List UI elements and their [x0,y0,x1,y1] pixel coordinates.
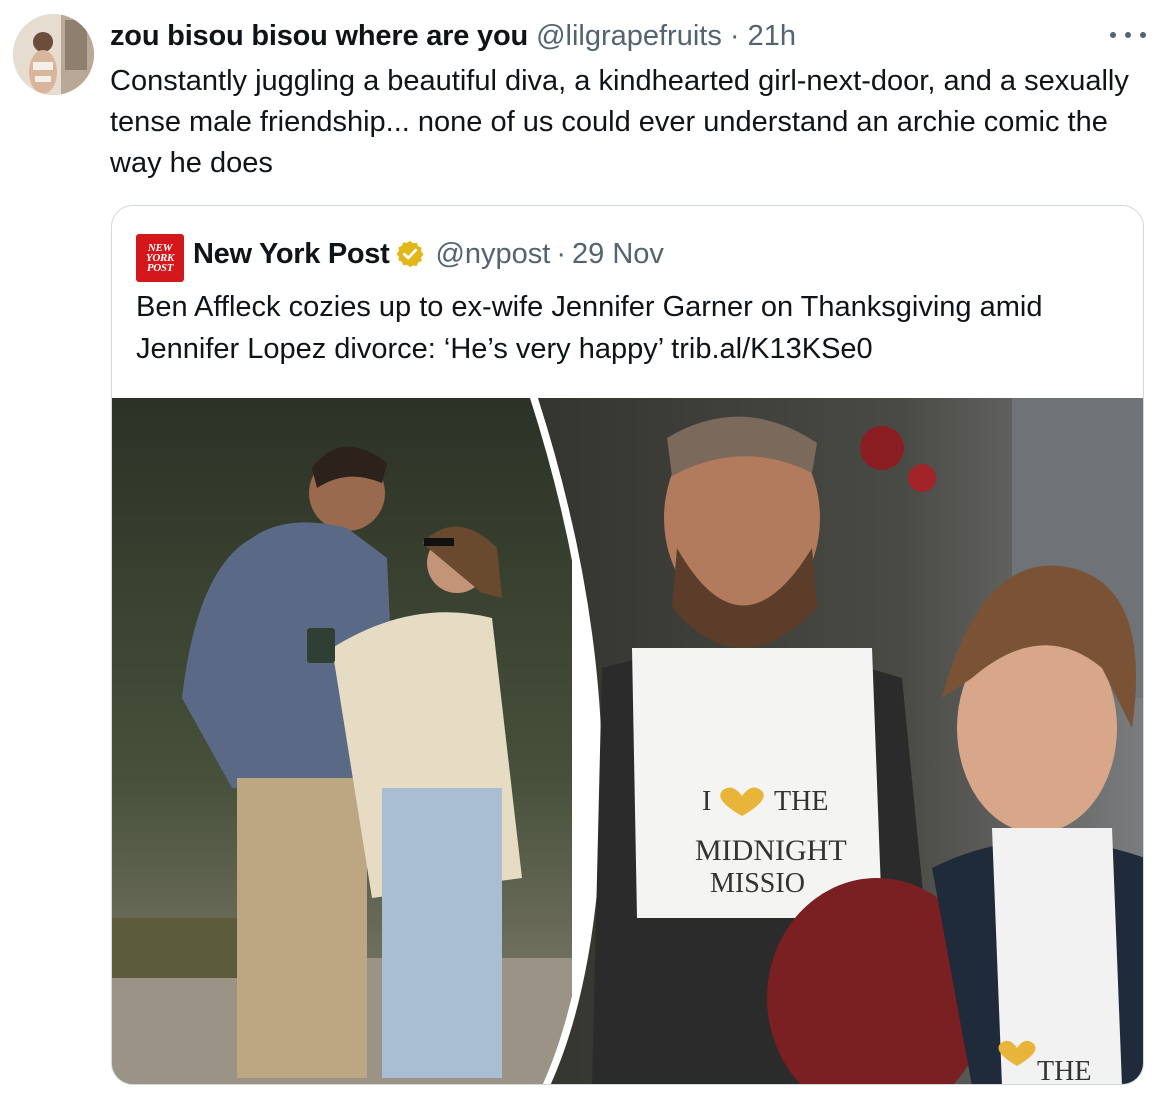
apron-text-midnight: MIDNIGHT [695,834,847,867]
quoted-separator: · [556,238,567,270]
author-name[interactable]: zou bisou bisou where are you [110,20,528,52]
quoted-author-handle[interactable]: @nypost [435,234,550,274]
logo-line: POST [146,262,174,274]
header-separator: · [729,20,740,52]
verified-badge-icon [396,240,424,268]
more-dot [1125,32,1131,38]
quoted-tweet-date[interactable]: 29 Nov [572,234,664,274]
avatar-photo [13,14,94,95]
tweet-text: Constantly juggling a beautiful diva, a … [110,65,1129,179]
apron-text-bottom: THE [1037,1056,1091,1085]
apron-text-i: I [702,786,711,817]
quoted-tweet-image[interactable]: I THE MIDNIGHT MISSIO THE [112,398,1143,1085]
more-dot [1140,32,1146,38]
quoted-tweet-card[interactable]: NEW YORK POST New York Post @nypost · 29… [111,205,1144,1085]
tweet-header: zou bisou bisou where are you @lilgrapef… [110,18,796,54]
quoted-tweet-text: Ben Affleck cozies up to ex-wife Jennife… [136,291,1043,365]
quoted-tweet-header: New York Post @nypost · 29 Nov [193,234,664,274]
more-options-icon[interactable] [1110,20,1146,50]
user-avatar[interactable] [13,14,94,95]
quoted-author-name[interactable]: New York Post [193,234,390,274]
photo-collage: I THE MIDNIGHT MISSIO THE [112,398,1143,1085]
apron-text-mission: MISSIO [710,868,805,899]
tweet-timestamp[interactable]: 21h [748,20,796,52]
nypost-logo-icon[interactable]: NEW YORK POST [136,234,184,282]
more-dot [1110,32,1116,38]
author-handle[interactable]: @lilgrapefruits [536,20,722,52]
apron-text-the: THE [774,786,828,817]
